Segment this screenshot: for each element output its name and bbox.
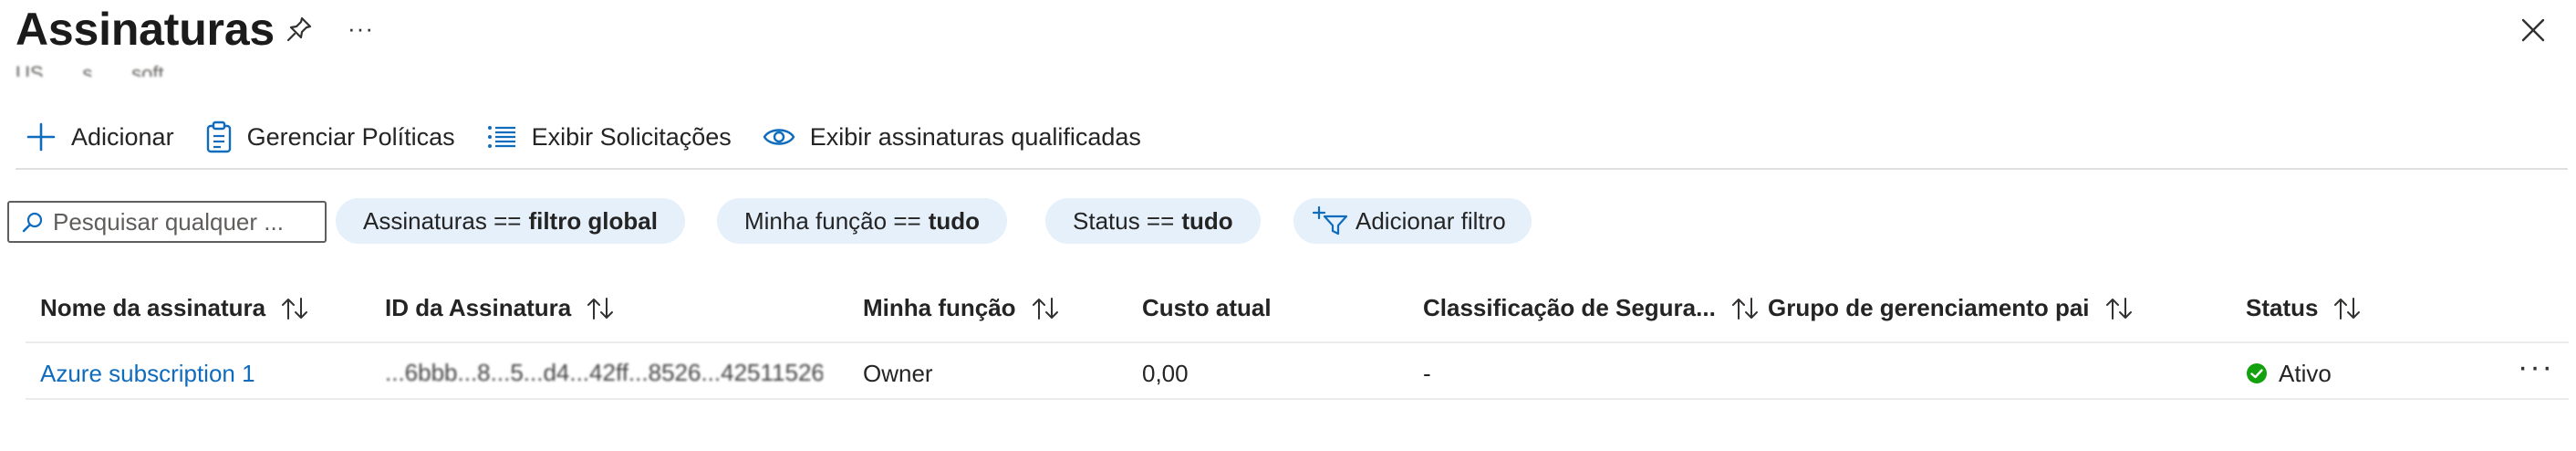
sort-icon[interactable] (2332, 296, 2362, 321)
page-subtitle: US... ...s... ...soft... (16, 62, 181, 77)
filter-pill-status[interactable]: Status == tudo (1045, 198, 1261, 244)
list-icon (487, 126, 515, 148)
filter-pill-status-value: tudo (1181, 206, 1233, 235)
command-bar: Adicionar Gerenciar Políticas Exibir Sol… (26, 119, 1172, 155)
plus-icon (26, 122, 56, 152)
sort-icon[interactable] (1730, 296, 1760, 321)
pin-icon[interactable] (285, 15, 314, 44)
manage-policies-label: Gerenciar Políticas (246, 122, 455, 151)
sort-icon[interactable] (280, 296, 309, 321)
subscription-name-link[interactable]: Azure subscription 1 (40, 358, 255, 389)
page-title: Assinaturas (16, 4, 275, 55)
more-options-icon[interactable]: ··· (348, 16, 374, 40)
clipboard-icon (206, 121, 231, 153)
column-header-id-label: ID da Assinatura (385, 294, 572, 321)
search-icon (22, 212, 43, 233)
filter-pill-subscriptions-value: filtro global (528, 206, 658, 235)
table-row-divider (26, 398, 2569, 400)
search-box[interactable] (7, 201, 327, 243)
add-button[interactable]: Adicionar (26, 119, 174, 155)
status-label: Ativo (2279, 360, 2332, 387)
column-header-id[interactable]: ID da Assinatura (385, 294, 615, 322)
filter-pill-status-prefix: Status == (1073, 206, 1175, 235)
table-header-divider (26, 341, 2569, 343)
subscription-secure-score: - (1423, 360, 1431, 387)
sort-icon[interactable] (2104, 296, 2134, 321)
column-header-name-label: Nome da assinatura (40, 294, 266, 321)
subscription-id: ...6bbb...8...5...d4...42ff...8526...425… (385, 363, 823, 382)
filter-pill-subscriptions-prefix: Assinaturas == (363, 206, 522, 235)
column-header-name[interactable]: Nome da assinatura (40, 294, 309, 322)
view-requests-button[interactable]: Exibir Solicitações (486, 119, 732, 155)
view-qualified-subscriptions-button[interactable]: Exibir assinaturas qualificadas (763, 119, 1141, 155)
add-filter-label: Adicionar filtro (1356, 206, 1506, 235)
close-icon[interactable] (2518, 15, 2549, 46)
column-header-cost-label: Custo atual (1142, 294, 1272, 321)
add-button-label: Adicionar (71, 122, 174, 151)
manage-policies-button[interactable]: Gerenciar Políticas (205, 119, 455, 155)
filter-pill-role-prefix: Minha função == (744, 206, 921, 235)
eye-icon (763, 129, 795, 145)
search-input[interactable] (53, 207, 317, 236)
column-header-secure-score-label: Classificação de Segura... (1423, 294, 1716, 321)
toolbar-divider (16, 168, 2568, 170)
add-filter-button[interactable]: Adicionar filtro (1293, 198, 1532, 244)
column-header-role[interactable]: Minha função (863, 294, 1060, 322)
check-circle-icon (2247, 363, 2267, 383)
sort-icon[interactable] (586, 296, 615, 321)
column-header-role-label: Minha função (863, 294, 1016, 321)
row-more-options-icon[interactable]: ··· (2518, 351, 2554, 383)
view-requests-label: Exibir Solicitações (531, 122, 732, 151)
sort-icon[interactable] (1031, 296, 1060, 321)
column-header-secure-score[interactable]: Classificação de Segura... (1423, 294, 1760, 322)
column-header-cost: Custo atual (1142, 294, 1272, 322)
column-header-status-label: Status (2246, 294, 2319, 321)
subscription-status: Ativo (2246, 358, 2332, 389)
filter-pill-role[interactable]: Minha função == tudo (717, 198, 1008, 244)
subscription-cost: 0,00 (1142, 360, 1189, 387)
view-qualified-label: Exibir assinaturas qualificadas (809, 122, 1141, 151)
filter-pill-subscriptions[interactable]: Assinaturas == filtro global (336, 198, 685, 244)
filter-pill-role-value: tudo (928, 206, 981, 235)
column-header-status[interactable]: Status (2246, 294, 2362, 322)
subscriptions-page: Assinaturas ··· US... ...s... ...soft...… (0, 0, 2576, 451)
filter-add-icon (1312, 205, 1348, 236)
column-header-parent-group[interactable]: Grupo de gerenciamento pai (1768, 294, 2134, 322)
subscription-role: Owner (863, 360, 933, 387)
column-header-parent-group-label: Grupo de gerenciamento pai (1768, 294, 2090, 321)
